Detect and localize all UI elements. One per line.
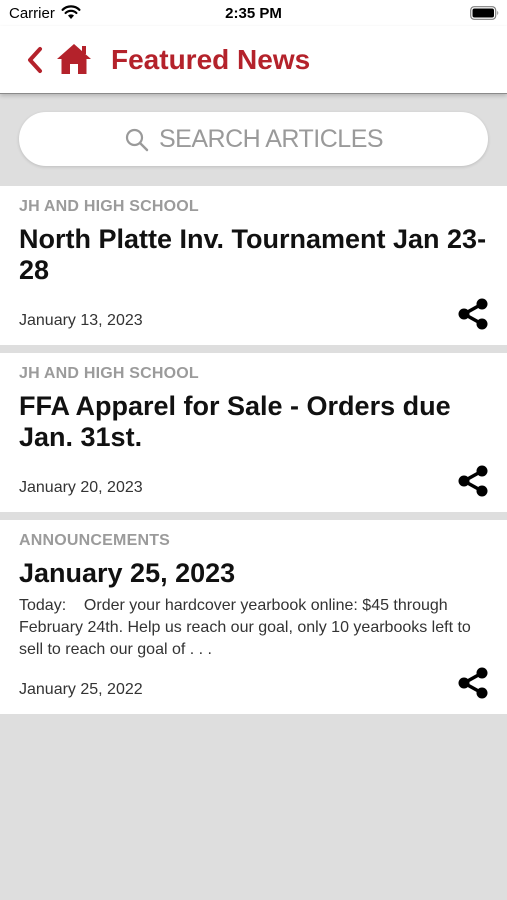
article-title[interactable]: January 25, 2023: [19, 558, 489, 589]
search-bar[interactable]: [19, 112, 488, 166]
share-icon[interactable]: [456, 298, 490, 335]
article-card[interactable]: JH AND HIGH SCHOOL North Platte Inv. Tou…: [0, 186, 507, 345]
article-date: January 13, 2023: [19, 312, 143, 329]
article-title[interactable]: North Platte Inv. Tournament Jan 23-28: [19, 224, 489, 286]
search-icon: [125, 128, 149, 157]
status-time: 2:35 PM: [225, 5, 282, 22]
nav-bar: Featured News: [0, 26, 507, 94]
status-bar: Carrier 2:35 PM: [0, 0, 507, 26]
search-input[interactable]: [159, 122, 459, 156]
back-chevron-icon[interactable]: [25, 46, 45, 79]
battery-icon: [470, 6, 500, 25]
article-title[interactable]: FFA Apparel for Sale - Orders due Jan. 3…: [19, 391, 489, 453]
article-category: JH AND HIGH SCHOOL: [19, 198, 199, 215]
home-icon[interactable]: [55, 43, 93, 80]
article-excerpt: Today: Order your hardcover yearbook onl…: [19, 597, 476, 658]
share-icon[interactable]: [456, 667, 490, 704]
page-title: Featured News: [111, 44, 311, 75]
article-date: January 25, 2022: [19, 681, 143, 698]
article-card[interactable]: ANNOUNCEMENTS January 25, 2023 Today: Or…: [0, 520, 507, 714]
share-icon[interactable]: [456, 465, 490, 502]
article-category: ANNOUNCEMENTS: [19, 532, 171, 549]
article-card[interactable]: JH AND HIGH SCHOOL FFA Apparel for Sale …: [0, 353, 507, 512]
article-category: JH AND HIGH SCHOOL: [19, 365, 199, 382]
article-date: January 20, 2023: [19, 479, 143, 496]
